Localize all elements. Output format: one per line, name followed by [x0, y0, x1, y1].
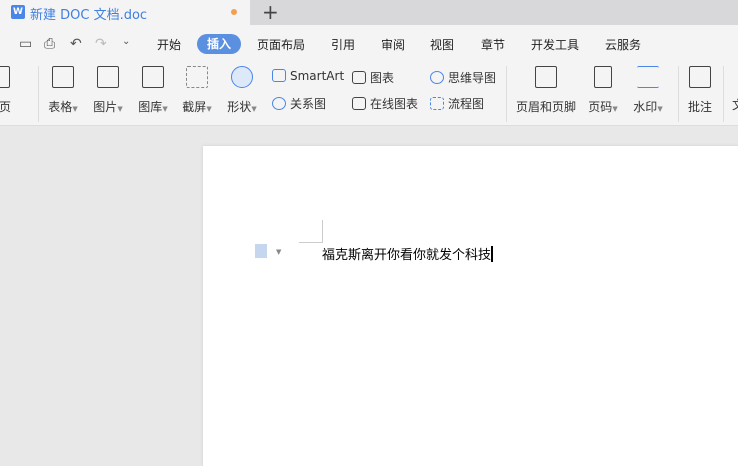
- label: 白页: [0, 100, 11, 114]
- label: 表格: [48, 100, 73, 114]
- menu-developer[interactable]: 开发工具: [531, 36, 579, 53]
- more-icon[interactable]: ⌄: [122, 36, 130, 47]
- page-icon: [0, 66, 10, 88]
- comment-icon: [689, 66, 711, 88]
- menu-insert[interactable]: 插入: [197, 34, 241, 54]
- paragraph: 福克斯离开你看你就发个科技: [322, 248, 492, 263]
- label: 图库: [138, 100, 163, 114]
- flowchart-icon: [430, 97, 444, 110]
- screenshot-button[interactable]: 截屏▼: [174, 66, 220, 115]
- shape-button[interactable]: 形状▼: [219, 66, 265, 115]
- relation-chart-button[interactable]: 关系图: [272, 95, 326, 112]
- label: 图片: [93, 100, 118, 114]
- label: 形状: [227, 100, 252, 114]
- watermark-button[interactable]: 水印▼: [625, 66, 671, 115]
- smartart-button[interactable]: SmartArt: [272, 69, 344, 83]
- label: 思维导图: [448, 71, 497, 85]
- table-button[interactable]: 表格▼: [40, 66, 86, 115]
- label: SmartArt: [290, 69, 345, 83]
- document-text[interactable]: 福克斯离开你看你就发个科技: [322, 244, 494, 263]
- table-icon: [52, 66, 74, 88]
- save-icon[interactable]: ▭: [19, 36, 32, 52]
- label: 页眉和页脚: [516, 100, 577, 114]
- mind-map-button[interactable]: 思维导图: [430, 69, 496, 86]
- smartart-icon: [272, 69, 286, 82]
- header-footer-icon: [535, 66, 557, 88]
- picture-button[interactable]: 图片▼: [85, 66, 131, 115]
- tab-bar: W 新建 DOC 文档.doc +: [0, 0, 738, 25]
- print-icon[interactable]: ⎙: [44, 36, 55, 52]
- unsaved-dot-icon: [231, 9, 237, 15]
- chart-button[interactable]: 图表: [352, 69, 394, 86]
- page-number-icon: [594, 66, 612, 88]
- online-chart-icon: [352, 97, 366, 110]
- menu-page-layout[interactable]: 页面布局: [257, 36, 305, 53]
- document-tab[interactable]: W 新建 DOC 文档.doc: [0, 0, 250, 25]
- blank-page-button[interactable]: 白页: [0, 66, 22, 115]
- menu-references[interactable]: 引用: [331, 36, 355, 53]
- menu-cloud[interactable]: 云服务: [605, 36, 641, 53]
- wps-writer-icon: W: [11, 5, 25, 19]
- menu-review[interactable]: 审阅: [381, 36, 405, 53]
- divider: [506, 66, 507, 122]
- label: 图表: [370, 71, 395, 85]
- divider: [723, 66, 724, 122]
- flowchart-button[interactable]: 流程图: [430, 95, 484, 112]
- menu-section[interactable]: 章节: [481, 36, 505, 53]
- comment-button[interactable]: 批注: [677, 66, 723, 115]
- screenshot-icon: [186, 66, 208, 88]
- ribbon: 白页 表格▼ 图片▼ 图库▼ 截屏▼ 形状▼ SmartArt 关系图 图表 在…: [0, 62, 738, 126]
- text-cursor: [491, 246, 494, 262]
- quick-toolbar: ▭ ⎙ ↶ ↷ ⌄ 开始 插入 页面布局 引用 审阅 视图 章节 开发工具 云服…: [0, 25, 738, 62]
- document-page[interactable]: [203, 146, 738, 466]
- label: 页码: [588, 100, 613, 114]
- label: 在线图表: [370, 97, 419, 111]
- label: 流程图: [448, 97, 485, 111]
- undo-icon[interactable]: ↶: [70, 36, 82, 52]
- tab-title: 新建 DOC 文档.doc: [30, 8, 148, 23]
- watermark-icon: [637, 66, 659, 88]
- mind-map-icon: [430, 71, 444, 84]
- divider: [38, 66, 39, 122]
- gallery-icon: [142, 66, 164, 88]
- menu-view[interactable]: 视图: [430, 36, 454, 53]
- label: 批注: [687, 100, 712, 114]
- label: 截屏: [182, 100, 207, 114]
- margin-corner-mark: [299, 220, 323, 243]
- label: 关系图: [290, 97, 327, 111]
- new-tab-button[interactable]: +: [262, 0, 279, 24]
- chart-icon: [352, 71, 366, 84]
- gallery-button[interactable]: 图库▼: [130, 66, 176, 115]
- header-footer-button[interactable]: 页眉和页脚: [516, 66, 576, 115]
- text-partial-button[interactable]: 文: [732, 96, 738, 113]
- label: 水印: [633, 100, 658, 114]
- page-number-button[interactable]: 页码▼: [580, 66, 626, 115]
- online-chart-button[interactable]: 在线图表: [352, 95, 418, 112]
- redo-icon[interactable]: ↷: [95, 36, 107, 52]
- relation-icon: [272, 97, 286, 110]
- paragraph-layout-icon[interactable]: [255, 244, 267, 258]
- shape-icon: [231, 66, 253, 88]
- menu-start[interactable]: 开始: [157, 36, 181, 53]
- picture-icon: [97, 66, 119, 88]
- chevron-down-icon[interactable]: ▼: [276, 248, 281, 256]
